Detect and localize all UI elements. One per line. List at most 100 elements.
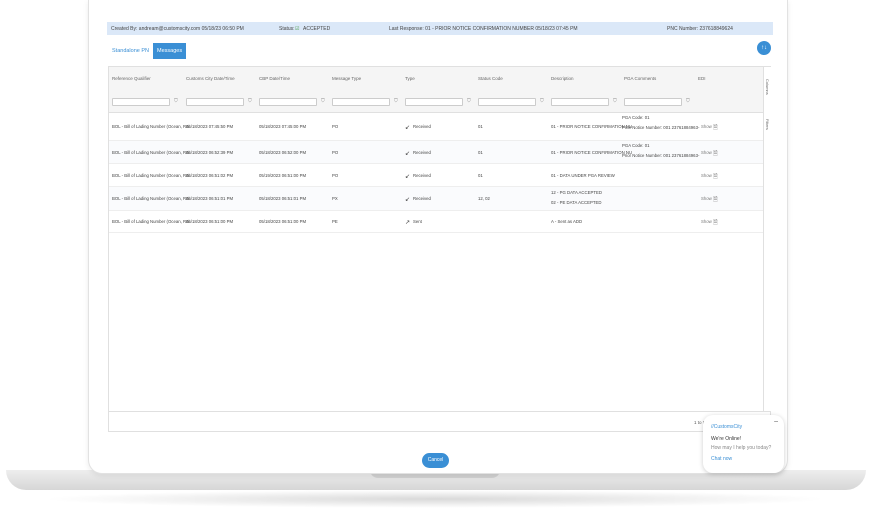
last-response: Last Response: 01 - PRIOR NOTICE CONFIRM…: [389, 25, 578, 32]
document-icon[interactable]: 🗎: [713, 195, 718, 205]
filter-icon[interactable]: ⛉: [613, 98, 617, 104]
column-filter-input[interactable]: [478, 98, 536, 106]
reference-qualifier: BOL - Bill of Lading Number (Ocean, Rai: [112, 124, 190, 129]
column-header[interactable]: Message Type: [332, 76, 361, 81]
description: 01 - PRIOR NOTICE CONFIRMATION NU: [551, 149, 633, 155]
chat-subtitle: How may I help you today?: [711, 445, 772, 451]
side-panel: Columns Filters: [763, 67, 771, 411]
status-code: 01: [478, 149, 483, 155]
status-code: 12, 02: [478, 196, 490, 201]
column-header[interactable]: Reference Qualifier: [112, 76, 151, 81]
column-filter-input[interactable]: [551, 98, 609, 106]
pga-comment: Prior Notice Number: 001 23761884963-: [622, 153, 700, 158]
messages-grid: Reference Qualifier ⛉ Customs City Date/Ti…: [108, 66, 771, 432]
document-icon[interactable]: 🗎: [713, 218, 718, 228]
grid-footer: 1 to 5: [109, 411, 771, 432]
minimize-icon[interactable]: –: [774, 418, 778, 425]
table-row[interactable]: BOL - Bill of Lading Number (Ocean, Rai …: [109, 211, 763, 233]
description: 02 - PE DATA ACCEPTED: [551, 200, 602, 205]
message-type: PO: [332, 172, 339, 178]
tab-messages[interactable]: Messages: [153, 43, 187, 59]
reference-qualifier: BOL - Bill of Lading Number (Ocean, Rai: [112, 219, 190, 224]
column-filter-input[interactable]: [112, 98, 170, 106]
customs-city-datetime: 05/18/2023 06:51:01 PM: [186, 196, 234, 201]
column-header[interactable]: Type: [405, 76, 415, 81]
customs-city-datetime: 05/18/2023 07:45:50 PM: [186, 124, 234, 129]
edi-show-link[interactable]: Show: [701, 150, 712, 155]
type: Received: [413, 124, 431, 129]
reference-qualifier: BOL - Bill of Lading Number (Ocean, Rai: [112, 196, 190, 201]
type: Received: [413, 196, 431, 201]
cbp-datetime: 05/18/2023 06:51:00 PM: [259, 219, 307, 224]
column-filter-input[interactable]: [332, 98, 390, 106]
cbp-datetime: 05/18/2023 06:52:00 PM: [259, 149, 307, 155]
column-filter-input[interactable]: [259, 98, 317, 106]
info-bar: Created By: andream@customscity.com 05/1…: [107, 22, 773, 35]
filter-icon[interactable]: ⛉: [686, 98, 690, 104]
created-by: Created By: andream@customscity.com 05/1…: [111, 25, 244, 32]
filter-icon[interactable]: ⛉: [248, 98, 252, 104]
column-header[interactable]: Status Code: [478, 76, 503, 81]
reference-qualifier: BOL - Bill of Lading Number (Ocean, Rai: [112, 149, 190, 155]
column-header[interactable]: CBP Date/Time: [259, 76, 290, 81]
chat-widget: – //CustomsCity We're Online! How may I …: [703, 415, 784, 473]
filter-icon[interactable]: ⛉: [394, 98, 398, 104]
status-code: 01: [478, 172, 483, 178]
filter-icon[interactable]: ⛉: [540, 98, 544, 104]
description: 01 - PRIOR NOTICE CONFIRMATION NU: [551, 124, 633, 129]
check-icon: ☑: [295, 25, 300, 32]
edi-show-link[interactable]: Show: [701, 196, 712, 201]
sort-button[interactable]: ↑↓: [757, 41, 771, 55]
customs-city-datetime: 05/18/2023 06:51:00 PM: [186, 219, 234, 224]
chat-now-link[interactable]: Chat now: [711, 456, 776, 462]
filter-icon[interactable]: ⛉: [174, 98, 178, 104]
status-label: Status:: [279, 25, 295, 32]
status-code: 01: [478, 124, 483, 129]
pga-comment: PGA Code: 01: [622, 115, 650, 120]
pga-comment: Prior Notice Number: 001 23761884963-: [622, 125, 700, 130]
description: A - Sent as ADD: [551, 219, 583, 224]
table-row[interactable]: BOL - Bill of Lading Number (Ocean, Rai …: [109, 113, 763, 141]
tab-standalone-pn[interactable]: Standalone PN: [108, 43, 153, 59]
column-header[interactable]: Description: [551, 76, 574, 81]
arrow-in-icon: ↙: [405, 150, 411, 157]
column-filter-input[interactable]: [624, 98, 682, 106]
column-header[interactable]: Customs City Date/Time: [186, 76, 235, 81]
edi-show-link[interactable]: Show: [701, 124, 712, 129]
tab-bar: Standalone PN Messages: [108, 43, 187, 59]
edi-show-link[interactable]: Show: [701, 219, 712, 224]
description: 01 - DATA UNDER PGA REVIEW: [551, 172, 615, 178]
column-filter-input[interactable]: [186, 98, 244, 106]
document-icon[interactable]: 🗎: [713, 149, 718, 159]
table-row[interactable]: BOL - Bill of Lading Number (Ocean, Rai …: [109, 187, 763, 211]
table-row[interactable]: BOL - Bill of Lading Number (Ocean, Rai …: [109, 164, 763, 187]
edi-show-link[interactable]: Show: [701, 173, 712, 178]
table-row[interactable]: BOL - Bill of Lading Number (Ocean, Rai …: [109, 141, 763, 164]
type: Sent: [413, 219, 422, 224]
filter-icon[interactable]: ⛉: [321, 98, 325, 104]
arrow-in-icon: ↙: [405, 197, 411, 203]
pga-comment: PGA Code: 01: [622, 143, 650, 148]
document-icon[interactable]: 🗎: [713, 123, 718, 133]
columns-panel-toggle[interactable]: Columns: [765, 79, 770, 95]
filter-icon[interactable]: ⛉: [467, 98, 471, 104]
grid-header: Reference Qualifier ⛉ Customs City Date/Ti…: [109, 67, 763, 113]
message-type: PO: [332, 124, 339, 129]
arrow-in-icon: ↙: [405, 125, 411, 131]
pnc-number: PNC Number: 237618849624: [667, 25, 733, 32]
customs-city-datetime: 05/18/2023 06:52:39 PM: [186, 149, 234, 155]
cbp-datetime: 05/18/2023 07:45:00 PM: [259, 124, 307, 129]
customs-city-datetime: 05/18/2023 06:51:02 PM: [186, 172, 234, 178]
column-header[interactable]: PGA Comments: [624, 76, 656, 81]
column-header[interactable]: EDI: [698, 76, 706, 81]
filters-panel-toggle[interactable]: Filters: [765, 119, 770, 130]
status-value: ACCEPTED: [303, 25, 331, 32]
message-type: PX: [332, 196, 338, 201]
chat-title: We're Online!: [711, 436, 742, 442]
document-icon[interactable]: 🗎: [713, 172, 718, 182]
laptop-shadow: [40, 490, 830, 508]
arrow-out-icon: ↗: [405, 220, 411, 226]
chat-brand: //CustomsCity: [711, 424, 743, 430]
cancel-button[interactable]: Cancel: [422, 453, 449, 468]
column-filter-input[interactable]: [405, 98, 463, 106]
